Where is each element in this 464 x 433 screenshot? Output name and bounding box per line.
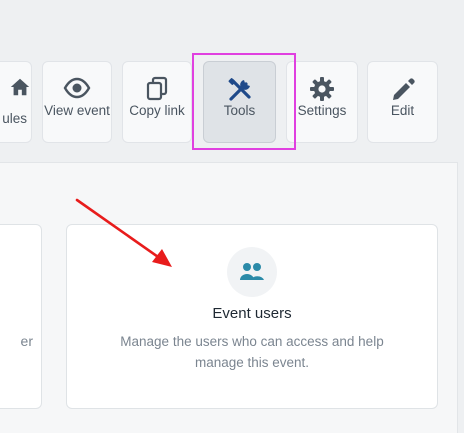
- annotation-arrow: [75, 198, 172, 267]
